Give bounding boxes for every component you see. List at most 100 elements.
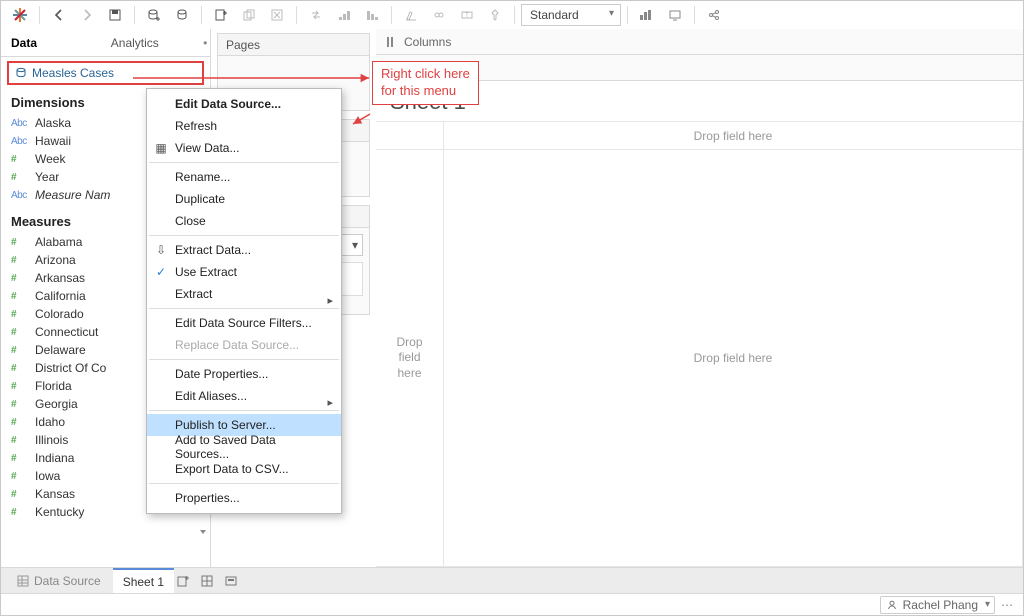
number-icon <box>11 172 29 183</box>
menu-edit-aliases[interactable]: Edit Aliases... <box>147 385 341 407</box>
field-label: Kansas <box>35 487 75 501</box>
back-icon[interactable] <box>46 4 72 26</box>
pause-updates-icon[interactable] <box>169 4 195 26</box>
drop-rows-label: Drop field here <box>396 335 422 382</box>
menu-extract-data[interactable]: ⇩Extract Data... <box>147 239 341 261</box>
menu-edit-ds-filters[interactable]: Edit Data Source Filters... <box>147 312 341 334</box>
group-icon[interactable] <box>426 4 452 26</box>
field-label: Arizona <box>35 253 76 267</box>
callout-line1: Right click here <box>381 66 470 83</box>
duplicate-sheet-icon[interactable] <box>236 4 262 26</box>
number-icon <box>11 345 29 356</box>
number-icon <box>11 237 29 248</box>
field-label: Delaware <box>35 343 86 357</box>
field-label: Year <box>35 170 59 184</box>
field-label: Alabama <box>35 235 82 249</box>
menu-duplicate[interactable]: Duplicate <box>147 188 341 210</box>
string-icon <box>11 118 29 129</box>
menu-view-data[interactable]: ▦View Data... <box>147 137 341 159</box>
sheet-tabs: Data Source Sheet 1 <box>1 567 1023 593</box>
sort-desc-icon[interactable] <box>359 4 385 26</box>
columns-icon <box>384 35 398 49</box>
menu-add-saved-ds[interactable]: Add to Saved Data Sources... <box>147 436 341 458</box>
menu-properties[interactable]: Properties... <box>147 487 341 509</box>
worksheet-view: Columns Rows Sheet 1 Drop field here Dro… <box>376 29 1023 567</box>
menu-use-extract[interactable]: ✓Use Extract <box>147 261 341 283</box>
share-icon[interactable] <box>701 4 727 26</box>
menu-extract-submenu[interactable]: Extract <box>147 283 341 305</box>
number-icon <box>11 154 29 165</box>
tab-analytics-label: Analytics <box>111 36 159 50</box>
field-label: Georgia <box>35 397 78 411</box>
sheet1-tab-label: Sheet 1 <box>123 575 164 589</box>
menu-rename[interactable]: Rename... <box>147 166 341 188</box>
drop-columns-target[interactable]: Drop field here <box>444 122 1023 150</box>
field-label: Indiana <box>35 451 74 465</box>
show-me-icon[interactable] <box>634 4 660 26</box>
columns-shelf[interactable]: Columns <box>376 29 1023 55</box>
number-icon <box>11 291 29 302</box>
number-icon <box>11 471 29 482</box>
top-toolbar: T Standard <box>1 1 1023 29</box>
logo-icon[interactable] <box>7 4 33 26</box>
forward-icon[interactable] <box>74 4 100 26</box>
presentation-mode-icon[interactable] <box>662 4 688 26</box>
new-story-tab-icon[interactable] <box>224 574 246 588</box>
fit-selector[interactable]: Standard <box>521 4 621 26</box>
tab-data[interactable]: Data <box>1 29 101 56</box>
user-menu[interactable]: Rachel Phang <box>880 596 995 614</box>
datasource-context-menu: Edit Data Source... Refresh ▦View Data..… <box>146 88 342 514</box>
field-label: Illinois <box>35 433 68 447</box>
new-dashboard-tab-icon[interactable] <box>200 574 222 588</box>
check-icon: ✓ <box>153 265 169 279</box>
data-source-name: Measles Cases <box>32 66 114 80</box>
menu-replace-ds: Replace Data Source... <box>147 334 341 356</box>
sort-asc-icon[interactable] <box>331 4 357 26</box>
annotation-callout: Right click here for this menu <box>372 61 479 105</box>
scroll-thumb[interactable] <box>198 527 208 537</box>
fit-selector-label: Standard <box>530 8 579 22</box>
field-label: Week <box>35 152 65 166</box>
drop-center-target[interactable]: Drop field here <box>444 150 1023 567</box>
view-canvas: Drop field here Drop field here Drop fie… <box>376 121 1023 567</box>
data-source-chip[interactable]: Measles Cases <box>7 61 204 85</box>
field-label: Connecticut <box>35 325 98 339</box>
data-source-tab[interactable]: Data Source <box>7 568 111 593</box>
menu-export-csv[interactable]: Export Data to CSV... <box>147 458 341 480</box>
highlight-icon[interactable] <box>398 4 424 26</box>
user-icon <box>887 600 897 610</box>
pin-icon[interactable]: • <box>201 36 210 50</box>
menu-edit-data-source[interactable]: Edit Data Source... <box>147 93 341 115</box>
svg-text:T: T <box>465 13 469 19</box>
new-worksheet-icon[interactable] <box>208 4 234 26</box>
new-datasource-icon[interactable] <box>141 4 167 26</box>
string-icon <box>11 190 29 201</box>
menu-refresh[interactable]: Refresh <box>147 115 341 137</box>
table-icon: ▦ <box>153 141 169 155</box>
menu-date-properties[interactable]: Date Properties... <box>147 363 341 385</box>
field-label: Arkansas <box>35 271 85 285</box>
number-icon <box>11 453 29 464</box>
number-icon <box>11 255 29 266</box>
grid-icon <box>17 575 29 587</box>
sheet1-tab[interactable]: Sheet 1 <box>113 568 174 593</box>
user-name: Rachel Phang <box>903 598 978 612</box>
save-icon[interactable] <box>102 4 128 26</box>
pin-icon[interactable] <box>482 4 508 26</box>
clear-sheet-icon[interactable] <box>264 4 290 26</box>
menu-close[interactable]: Close <box>147 210 341 232</box>
number-icon <box>11 327 29 338</box>
new-worksheet-tab-icon[interactable] <box>176 574 198 588</box>
drop-rows-target[interactable]: Drop field here <box>376 150 444 567</box>
field-label: Idaho <box>35 415 65 429</box>
field-label: Hawaii <box>35 134 71 148</box>
datasource-icon <box>15 67 27 79</box>
side-tabs: Data Analytics • <box>1 29 210 57</box>
tab-analytics[interactable]: Analytics <box>101 29 201 56</box>
extract-icon: ⇩ <box>153 243 169 257</box>
number-icon <box>11 399 29 410</box>
kebab-icon[interactable]: ⋯ <box>1001 598 1015 612</box>
swap-axes-icon[interactable] <box>303 4 329 26</box>
status-bar: Rachel Phang ⋯ <box>1 593 1023 615</box>
show-labels-icon[interactable]: T <box>454 4 480 26</box>
